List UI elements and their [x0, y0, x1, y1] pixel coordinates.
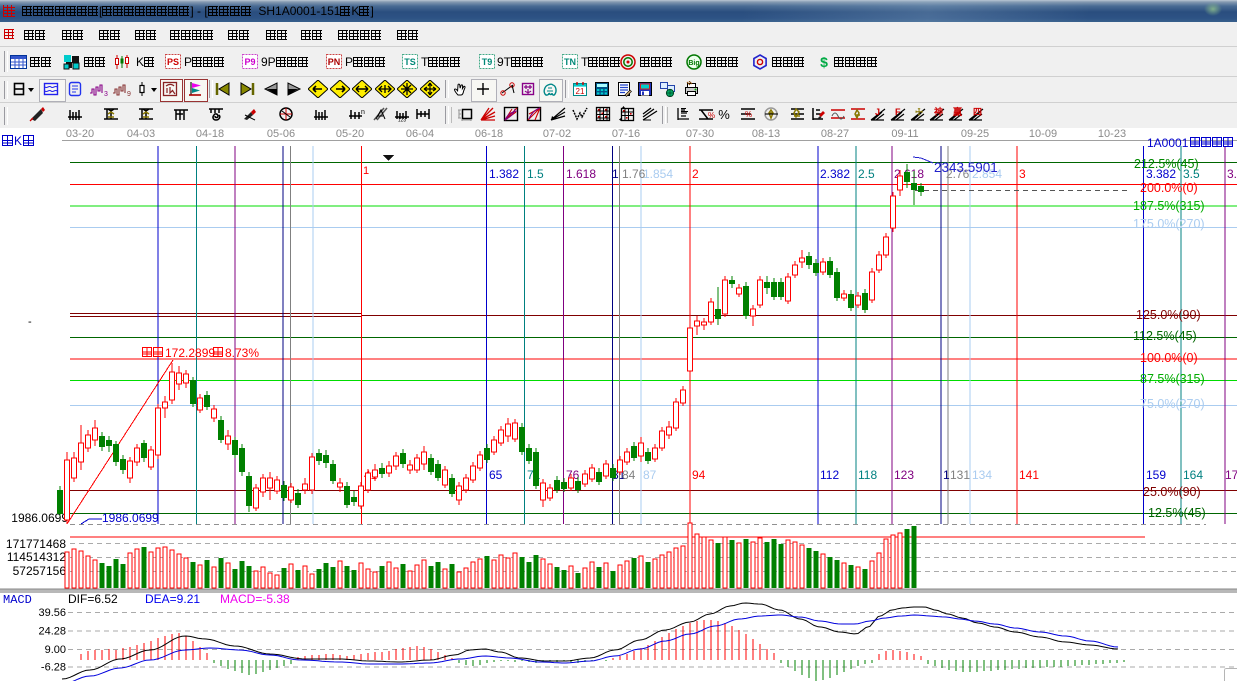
- svg-text:05-06: 05-06: [267, 128, 295, 140]
- svg-text:131: 131: [950, 468, 970, 482]
- svg-text:08-13: 08-13: [752, 128, 780, 140]
- svg-text:125.0%(90): 125.0%(90): [1136, 308, 1201, 322]
- svg-text:06-18: 06-18: [475, 128, 503, 140]
- svg-text:1.382: 1.382: [489, 167, 519, 181]
- svg-text:94: 94: [692, 468, 706, 482]
- svg-text:赢: 赢: [953, 106, 962, 117]
- svg-text:87: 87: [643, 468, 657, 482]
- svg-text:09-11: 09-11: [891, 128, 918, 140]
- svg-text:12.5%(45): 12.5%(45): [1148, 506, 1206, 520]
- svg-text:04-03: 04-03: [127, 128, 155, 140]
- svg-text:MACD=-5.38: MACD=-5.38: [220, 592, 290, 606]
- svg-text:05-20: 05-20: [336, 128, 364, 140]
- svg-text:1986.0699: 1986.0699: [102, 511, 159, 525]
- svg-text:n²: n²: [361, 109, 365, 116]
- svg-text:PS: PS: [167, 57, 179, 67]
- svg-text:10-23: 10-23: [1098, 128, 1126, 140]
- svg-text:24.28: 24.28: [38, 626, 66, 638]
- svg-text:F: F: [895, 107, 901, 117]
- svg-text:TN: TN: [564, 57, 576, 67]
- svg-text:09-25: 09-25: [961, 128, 989, 140]
- svg-text:84: 84: [622, 468, 636, 482]
- svg-text:神: 神: [934, 106, 943, 117]
- svg-text:MACD: MACD: [3, 593, 32, 607]
- svg-text:-: -: [28, 316, 32, 328]
- svg-text:65: 65: [489, 468, 503, 482]
- svg-text:159: 159: [1146, 468, 1166, 482]
- svg-text:2.5: 2.5: [858, 167, 875, 181]
- svg-text:2.382: 2.382: [820, 167, 850, 181]
- svg-text:03-20: 03-20: [66, 128, 94, 140]
- svg-text:Big: Big: [688, 60, 699, 67]
- svg-text:J: J: [875, 107, 880, 117]
- svg-text:2: 2: [692, 167, 699, 181]
- svg-text:141: 141: [1019, 468, 1039, 482]
- svg-text:171771468: 171771468: [6, 537, 66, 551]
- svg-text:164: 164: [1183, 468, 1203, 482]
- svg-text:200.0%(0): 200.0%(0): [1140, 181, 1198, 195]
- svg-text:四: 四: [973, 107, 982, 117]
- svg-text:$: $: [820, 54, 828, 70]
- svg-text:PN: PN: [328, 57, 341, 67]
- svg-text:☩: ☩: [915, 107, 923, 117]
- svg-text:07-30: 07-30: [686, 128, 714, 140]
- svg-text:1: 1: [612, 167, 619, 181]
- svg-text:%: %: [708, 111, 715, 120]
- svg-text:-6.28: -6.28: [41, 662, 66, 674]
- svg-text:134: 134: [972, 468, 992, 482]
- svg-text:P9: P9: [244, 57, 255, 67]
- svg-text:T9: T9: [482, 57, 493, 67]
- svg-text:170: 170: [1225, 468, 1237, 482]
- svg-text:1: 1: [943, 468, 950, 482]
- svg-text:06-04: 06-04: [406, 128, 434, 140]
- svg-text:75.0%(270): 75.0%(270): [1140, 397, 1205, 411]
- svg-text:3: 3: [1019, 167, 1026, 181]
- svg-text:1.854: 1.854: [643, 167, 673, 181]
- svg-text:%: %: [745, 110, 752, 119]
- svg-text:172.2899: 172.2899: [165, 346, 215, 360]
- svg-text:123: 123: [398, 118, 407, 123]
- svg-text:175.0%(270): 175.0%(270): [1133, 217, 1205, 231]
- svg-text:8.73%: 8.73%: [225, 346, 259, 360]
- svg-text:DIF=6.52: DIF=6.52: [68, 592, 118, 606]
- svg-text:08-27: 08-27: [821, 128, 849, 140]
- svg-text:1.618: 1.618: [566, 167, 596, 181]
- svg-text:212.5%(45): 212.5%(45): [1134, 157, 1199, 171]
- svg-text:21: 21: [576, 87, 585, 96]
- svg-text:187.5%(315): 187.5%(315): [1133, 199, 1205, 213]
- svg-text:1A0001: 1A0001: [1147, 136, 1189, 150]
- svg-text:9.00: 9.00: [45, 644, 66, 656]
- svg-text:112.5%(45): 112.5%(45): [1133, 329, 1197, 343]
- svg-text:%: %: [718, 107, 730, 122]
- svg-text:3: 3: [104, 91, 108, 97]
- svg-text:1: 1: [363, 165, 369, 177]
- svg-text:57257156: 57257156: [13, 564, 67, 578]
- svg-text:07-02: 07-02: [543, 128, 571, 140]
- svg-text:2343.5901: 2343.5901: [934, 160, 998, 175]
- svg-text:112: 112: [820, 468, 839, 482]
- svg-text:3.6: 3.6: [1227, 167, 1237, 181]
- svg-text:DEA=9.21: DEA=9.21: [145, 592, 200, 606]
- svg-text:TS: TS: [404, 57, 416, 67]
- svg-text:25.0%(90): 25.0%(90): [1143, 485, 1201, 499]
- svg-text:1.5: 1.5: [527, 167, 544, 181]
- svg-text:123: 123: [894, 468, 914, 482]
- svg-text:100.0%(0): 100.0%(0): [1140, 351, 1198, 365]
- svg-text:07-16: 07-16: [612, 128, 640, 140]
- svg-text:114514312: 114514312: [7, 550, 67, 564]
- svg-text:118: 118: [858, 468, 877, 482]
- svg-text:10-09: 10-09: [1029, 128, 1057, 140]
- svg-text:39.56: 39.56: [38, 607, 66, 619]
- svg-text:04-18: 04-18: [196, 128, 224, 140]
- svg-text:9: 9: [127, 91, 131, 97]
- svg-text:K: K: [14, 134, 22, 148]
- svg-text:87.5%(315): 87.5%(315): [1140, 372, 1205, 386]
